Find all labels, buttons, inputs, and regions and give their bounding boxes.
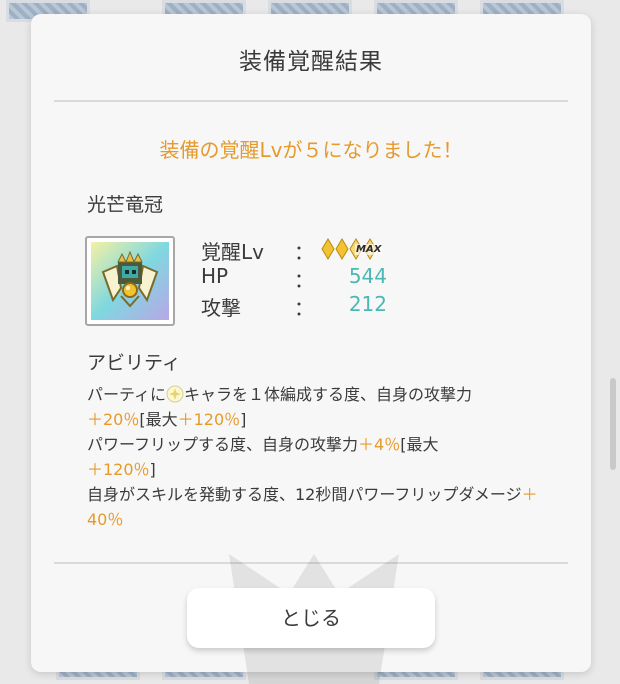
ability-text: ] (240, 410, 247, 429)
stat-colon: ： (294, 240, 314, 264)
ability-max-value: ＋120％ (177, 410, 241, 429)
scrollbar[interactable] (610, 378, 616, 470)
ability-text: 自身がスキルを発動する度、12秒間パワーフリップダメージ (87, 485, 522, 504)
ability-value: ＋4％ (358, 435, 401, 454)
ability-text: パーティに (87, 385, 167, 404)
close-button[interactable]: とじる (187, 588, 435, 648)
awakening-label: 覚醒Lv (201, 240, 264, 264)
attack-value: 212 (348, 292, 387, 316)
ability-title: アビリティ (87, 352, 181, 374)
ability-description: パーティに キャラを１体編成する度、自身の攻撃力 ＋20％[最大＋120％] パワ… (87, 382, 557, 532)
ability-text: [最大 (400, 435, 439, 454)
attack-label: 攻撃 (201, 296, 241, 320)
dialog-title: 装備覚醒結果 (239, 49, 383, 75)
awakening-result-message: 装備の覚醒Lvが５になりました！ (159, 138, 463, 162)
ability-text: [最大 (139, 410, 178, 429)
max-badge: MAX (355, 244, 383, 255)
awakening-result-dialog: 装備覚醒結果 装備の覚醒Lvが５になりました！ 光芒竜冠 覚醒Lv ： MAX … (31, 14, 591, 684)
item-name: 光芒竜冠 (87, 194, 164, 216)
light-element-icon (166, 385, 184, 403)
ability-value: ＋20％ (87, 410, 140, 429)
ability-text: ] (149, 460, 156, 479)
awakening-level-gems: MAX (321, 238, 391, 260)
ability-max-value: ＋120％ (87, 460, 150, 479)
title-divider (54, 100, 568, 102)
hp-label: HP (201, 264, 229, 288)
hp-value: 544 (348, 264, 387, 288)
ability-text: パワーフリップする度、自身の攻撃力 (87, 435, 359, 454)
dragon-crown-item-icon (85, 236, 175, 326)
ability-text: キャラを１体編成する度、自身の攻撃力 (184, 385, 473, 404)
